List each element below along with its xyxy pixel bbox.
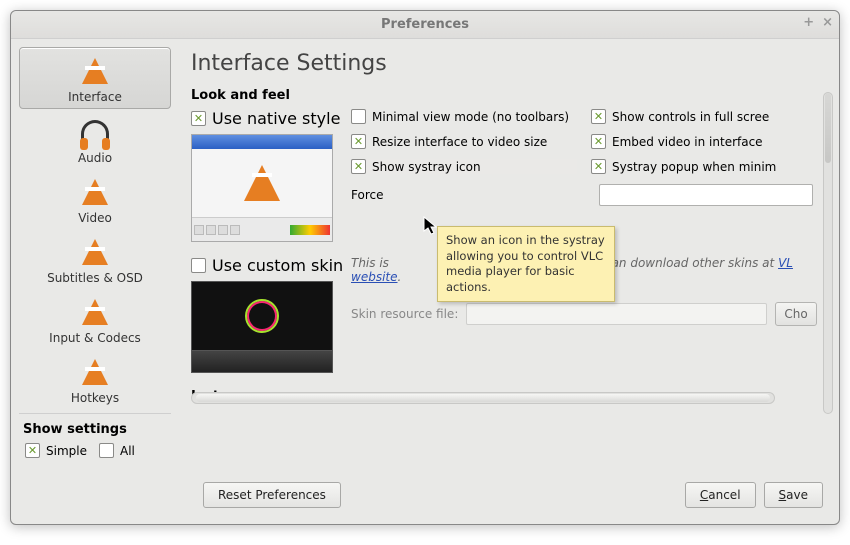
page-title: Interface Settings xyxy=(191,51,835,76)
cone-icon xyxy=(75,235,115,269)
sidebar-item-video[interactable]: Video xyxy=(19,169,171,229)
vertical-scrollbar[interactable] xyxy=(823,92,833,414)
cone-icon xyxy=(75,295,115,329)
cone-icon xyxy=(75,54,115,88)
skin-file-field[interactable] xyxy=(466,303,767,325)
choose-skin-button[interactable]: Cho xyxy=(775,302,817,326)
sidebar-item-audio[interactable]: Audio xyxy=(19,109,171,169)
checkbox-systray-popup[interactable]: Systray popup when minim xyxy=(591,159,817,174)
content-pane: Interface Settings Look and feel Use nat… xyxy=(179,39,839,524)
section-look-and-feel: Look and feel xyxy=(191,88,817,103)
show-settings-simple[interactable]: Simple xyxy=(25,443,87,458)
sidebar: Interface Audio Video Subtitles & OSD In… xyxy=(11,39,179,524)
checkbox-icon xyxy=(99,443,114,458)
sidebar-item-label: Interface xyxy=(68,90,122,104)
sidebar-item-label: Input & Codecs xyxy=(49,331,141,345)
sidebar-item-label: Audio xyxy=(78,151,112,165)
skin-file-label: Skin resource file: xyxy=(351,307,458,321)
window-title: Preferences xyxy=(381,17,469,32)
headphones-icon xyxy=(75,115,115,149)
checkbox-icon xyxy=(591,159,606,174)
custom-skin-preview xyxy=(191,281,333,373)
sidebar-item-label: Video xyxy=(78,211,112,225)
checkbox-minimal-view[interactable]: Minimal view mode (no toolbars) xyxy=(351,109,577,124)
checkbox-show-controls-fullscreen[interactable]: Show controls in full scree xyxy=(591,109,817,124)
checkbox-icon xyxy=(591,134,606,149)
cone-icon xyxy=(75,175,115,209)
checkbox-icon xyxy=(351,109,366,124)
force-field[interactable] xyxy=(599,184,813,206)
skins-website-link[interactable]: website xyxy=(351,270,398,284)
checkbox-custom-skin[interactable]: Use custom skin xyxy=(191,256,341,275)
checkbox-icon xyxy=(191,258,206,273)
checkbox-icon xyxy=(591,109,606,124)
checkbox-icon xyxy=(191,111,206,126)
cone-icon xyxy=(75,355,115,389)
checkbox-embed-video[interactable]: Embed video in interface xyxy=(591,134,817,149)
sidebar-item-hotkeys[interactable]: Hotkeys xyxy=(19,349,171,409)
checkbox-icon xyxy=(351,134,366,149)
force-label: Force xyxy=(351,188,383,202)
sidebar-item-label: Subtitles & OSD xyxy=(47,271,143,285)
window-close-icon[interactable]: × xyxy=(822,15,833,30)
checkbox-icon xyxy=(351,159,366,174)
tooltip: Show an icon in the systray allowing you… xyxy=(437,226,615,302)
cursor-icon xyxy=(423,216,439,236)
checkbox-icon xyxy=(25,443,40,458)
titlebar[interactable]: Preferences + × xyxy=(11,11,839,39)
sidebar-item-label: Hotkeys xyxy=(71,391,119,405)
show-settings-all[interactable]: All xyxy=(99,443,135,458)
sidebar-item-input-codecs[interactable]: Input & Codecs xyxy=(19,289,171,349)
save-button[interactable]: Save xyxy=(764,482,823,508)
checkbox-native-style[interactable]: Use native style xyxy=(191,109,341,128)
checkbox-show-systray-icon[interactable]: Show systray icon xyxy=(351,159,577,174)
sidebar-item-subtitles[interactable]: Subtitles & OSD xyxy=(19,229,171,289)
window-restore-icon[interactable]: + xyxy=(803,15,814,30)
reset-preferences-button[interactable]: Reset Preferences xyxy=(203,482,341,508)
native-style-preview xyxy=(191,134,333,242)
horizontal-scrollbar[interactable] xyxy=(191,392,775,404)
checkbox-resize-to-video[interactable]: Resize interface to video size xyxy=(351,134,577,149)
skins-website-link[interactable]: VL xyxy=(778,256,793,270)
cancel-button[interactable]: Cancel xyxy=(685,482,756,508)
preferences-window: Preferences + × Interface Audio Video Su… xyxy=(10,10,840,525)
show-settings-label: Show settings xyxy=(19,420,171,441)
sidebar-item-interface[interactable]: Interface xyxy=(19,47,171,109)
